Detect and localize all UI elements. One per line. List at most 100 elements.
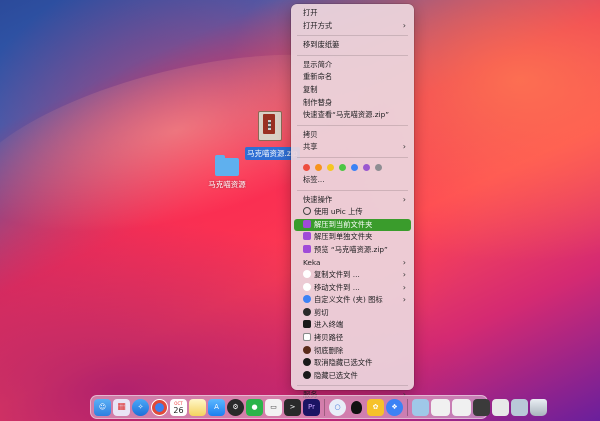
menu-separator: [297, 54, 408, 56]
menu-item-cut[interactable]: 剪切: [294, 307, 411, 320]
menu-item-quick-actions-label: 快速操作: [303, 194, 333, 204]
quicken-icon[interactable]: ❖: [386, 398, 403, 416]
menu-item-open[interactable]: 打开: [294, 7, 411, 20]
menu-item-copy-path[interactable]: 拷贝路径: [294, 332, 411, 345]
upload-cloud-icon: [303, 207, 311, 216]
menu-item-quick-actions[interactable]: 快速操作 ›: [294, 194, 411, 207]
menu-separator: [297, 385, 408, 387]
eye-slash-icon: [303, 370, 311, 379]
menu-item-keka-label: Keka: [303, 257, 321, 267]
qq-icon[interactable]: [348, 399, 365, 416]
folder-label: 马克喵资源: [208, 180, 246, 189]
safari-icon[interactable]: ✧: [132, 398, 149, 416]
menu-item-unhide-selected-label: 取消隐藏已选文件: [314, 358, 373, 368]
menu-item-keka[interactable]: Keka ›: [294, 257, 411, 270]
menu-item-preview-zip[interactable]: 预览 “马克喵资源.zip”: [294, 244, 411, 257]
menu-item-custom-icon[interactable]: 自定义文件 (夹) 图标 ›: [294, 294, 411, 307]
delete-icon: [303, 345, 311, 354]
window-preview-icon[interactable]: [412, 398, 429, 416]
keka-icon: [303, 219, 311, 228]
menu-item-move-file-to[interactable]: 移动文件到 ... ›: [294, 282, 411, 295]
desktop-folder[interactable]: 马克喵资源: [205, 155, 249, 190]
menu-item-hide-selected-label: 隐藏已选文件: [314, 370, 358, 380]
chevron-right-icon: ›: [402, 295, 406, 305]
menu-item-tags[interactable]: 标签...: [294, 174, 411, 187]
tag-green[interactable]: [339, 163, 346, 171]
menu-item-extract-separate[interactable]: 解压到单独文件夹: [294, 231, 411, 244]
scissors-icon: [303, 307, 311, 316]
window-preview-icon[interactable]: [492, 398, 509, 416]
menu-item-upic-upload[interactable]: 使用 uPic 上传: [294, 206, 411, 219]
keyboard-icon[interactable]: [452, 398, 471, 416]
calendar-icon[interactable]: OCT 26: [170, 398, 187, 416]
settings-gear-icon[interactable]: ⚙: [227, 398, 244, 416]
menu-item-upic-label: 使用 uPic 上传: [314, 207, 363, 217]
menu-separator: [297, 35, 408, 37]
terminal-app-icon[interactable]: >: [284, 398, 301, 416]
tag-orange[interactable]: [315, 163, 322, 171]
keka-icon: [303, 232, 311, 241]
dock-divider: [407, 398, 408, 416]
preview-icon[interactable]: ▭: [265, 398, 282, 416]
chevron-right-icon: ›: [402, 270, 406, 280]
menu-item-open-with[interactable]: 打开方式 ›: [294, 20, 411, 33]
launchpad-icon[interactable]: ▦: [113, 398, 130, 416]
chrome-icon[interactable]: [151, 398, 168, 416]
menu-item-copy-file-to-label: 复制文件到 ...: [314, 270, 360, 280]
chevron-right-icon: ›: [402, 142, 406, 152]
search-icon[interactable]: ○: [329, 398, 346, 416]
menu-item-open-terminal[interactable]: 进入终端: [294, 319, 411, 332]
menu-separator: [297, 189, 408, 191]
move-to-icon: [303, 282, 311, 291]
menu-item-delete-permanently[interactable]: 彻底删除: [294, 345, 411, 358]
wechat-icon[interactable]: ●: [246, 398, 263, 416]
menu-item-open-terminal-label: 进入终端: [314, 320, 344, 330]
menu-separator: [297, 156, 408, 158]
tag-yellow[interactable]: [327, 163, 334, 171]
tag-purple[interactable]: [363, 163, 370, 171]
menu-item-open-with-label: 打开方式: [303, 20, 333, 30]
menu-item-delete-permanently-label: 彻底删除: [314, 345, 344, 355]
menu-item-copy-file-to[interactable]: 复制文件到 ... ›: [294, 269, 411, 282]
chevron-right-icon: ›: [402, 194, 406, 204]
menu-item-quick-look[interactable]: 快速查看“马克喵资源.zip”: [294, 109, 411, 122]
window-preview-icon[interactable]: [511, 398, 528, 416]
menu-item-custom-icon-label: 自定义文件 (夹) 图标: [314, 295, 383, 305]
eye-icon: [303, 358, 311, 367]
desktop-zip-file[interactable]: 马克喵资源.zip: [245, 111, 300, 160]
menu-item-rename[interactable]: 重新命名: [294, 71, 411, 84]
chevron-right-icon: ›: [402, 257, 406, 267]
app-store-icon[interactable]: A: [208, 398, 225, 416]
keka-icon: [303, 244, 311, 253]
menu-item-share[interactable]: 共享 ›: [294, 141, 411, 154]
custom-icon-icon: [303, 295, 311, 304]
premiere-label: Pr: [308, 403, 315, 411]
menu-item-make-alias[interactable]: 制作替身: [294, 97, 411, 110]
pinwheel-icon[interactable]: ✿: [367, 398, 384, 416]
keyboard-icon[interactable]: [431, 398, 450, 416]
zip-file-icon: [258, 111, 282, 141]
tag-red[interactable]: [303, 163, 310, 171]
menu-item-extract-separate-label: 解压到单独文件夹: [314, 232, 373, 242]
menu-item-share-label: 共享: [303, 142, 318, 152]
terminal-icon: [303, 320, 311, 329]
menu-item-hide-selected[interactable]: 隐藏已选文件: [294, 370, 411, 383]
trash-icon[interactable]: [530, 398, 547, 416]
tag-blue[interactable]: [351, 163, 358, 171]
window-preview-icon[interactable]: [473, 398, 490, 416]
copy-to-icon: [303, 270, 311, 279]
premiere-icon[interactable]: Pr: [303, 398, 320, 416]
menu-item-duplicate[interactable]: 复制: [294, 84, 411, 97]
menu-item-get-info[interactable]: 显示简介: [294, 59, 411, 72]
menu-item-extract-here[interactable]: 解压到当前文件夹: [294, 218, 411, 232]
folder-icon: [215, 155, 239, 176]
menu-item-unhide-selected[interactable]: 取消隐藏已选文件: [294, 357, 411, 370]
tag-gray[interactable]: [375, 163, 382, 171]
chevron-right-icon: ›: [402, 20, 406, 30]
calendar-day: 26: [173, 406, 184, 415]
menu-item-move-to-trash[interactable]: 移到废纸篓: [294, 39, 411, 52]
finder-icon[interactable]: ☺: [94, 398, 111, 416]
dock-divider: [324, 398, 325, 416]
notes-icon[interactable]: [189, 398, 206, 416]
menu-item-copy[interactable]: 拷贝: [294, 129, 411, 142]
